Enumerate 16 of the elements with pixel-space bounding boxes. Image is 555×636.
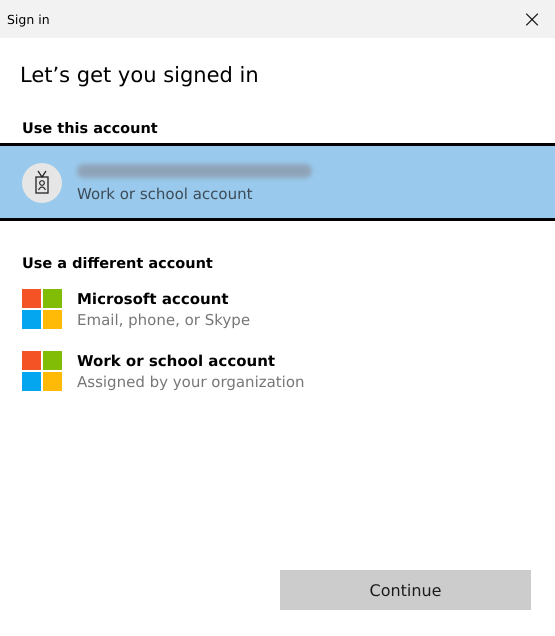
four-tile-logo-icon [22,289,62,329]
account-description: Assigned by your organization [77,372,305,390]
account-name: Microsoft account [77,290,230,308]
close-button[interactable]: × [509,0,555,38]
account-item[interactable]: Microsoft account Email, phone, or Skype [0,278,555,340]
section-heading: Use a different account [22,256,214,272]
id-badge-icon [22,162,62,202]
account-item[interactable]: Work or school account Assigned by your organization [0,340,555,402]
section-heading: Use this account [22,121,159,137]
account-name: Work or school account [77,352,276,370]
account-item[interactable]: Work or school account [0,143,555,221]
four-tile-logo-icon [22,351,62,391]
page-heading: Let’s get you signed in [20,63,260,87]
window-title: Sign in [7,12,50,26]
account-description: Email, phone, or Skype [77,310,250,328]
account-description: Work or school account [77,185,254,203]
